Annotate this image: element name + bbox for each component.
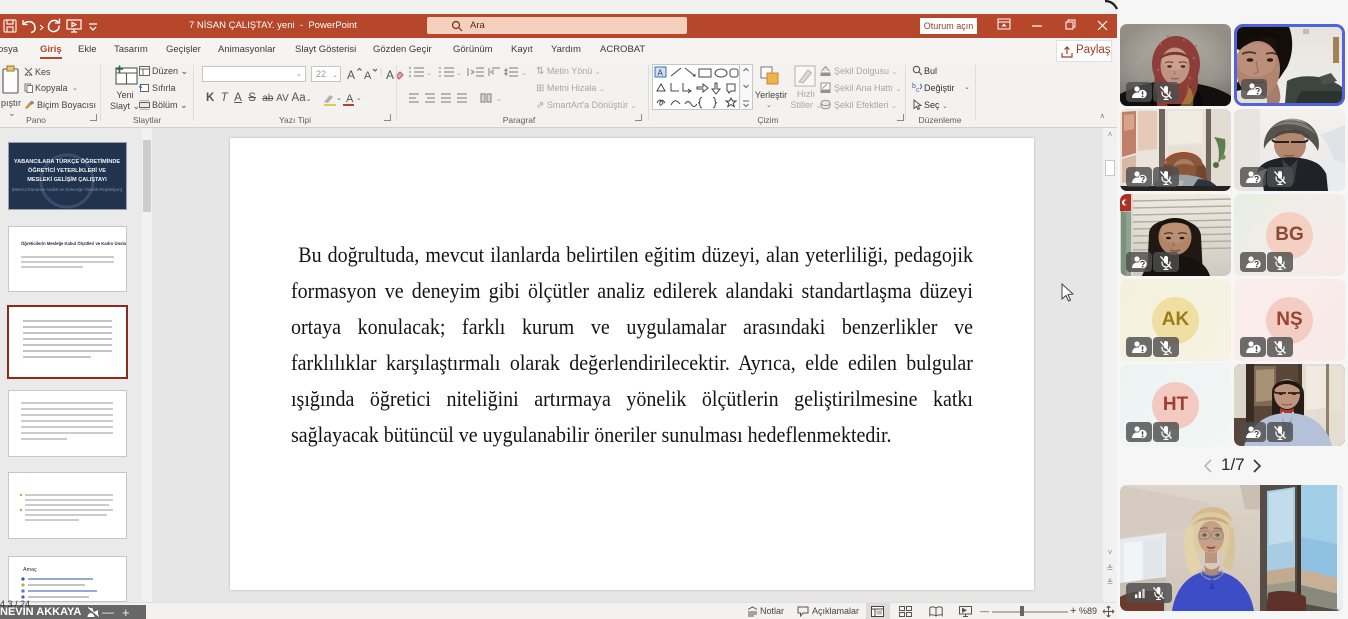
svg-text:MESLEKİ GELİŞİM ÇALIŞTAYI: MESLEKİ GELİŞİM ÇALIŞTAYI (27, 176, 107, 183)
svg-text:A: A (658, 69, 664, 78)
svg-text:A: A (346, 93, 354, 105)
svg-text:(Mevcut Durumun Analizi ve Gel: (Mevcut Durumun Analizi ve Geleceğe Yöne… (12, 187, 123, 192)
svg-text:A: A (386, 68, 394, 82)
svg-text:A: A (347, 68, 355, 82)
svg-text:Öğreticilerin Mesleğe Kabul Öl: Öğreticilerin Mesleğe Kabul Ölçütleri ve… (21, 241, 126, 246)
svg-text:A: A (364, 70, 372, 82)
svg-text:Amaç: Amaç (23, 567, 37, 573)
svg-text:c: c (916, 87, 920, 93)
svg-text:YABANCILARA TÜRKÇE ÖĞRETİMİNDE: YABANCILARA TÜRKÇE ÖĞRETİMİNDE (14, 157, 120, 165)
svg-text:ÖĞRETİCİ YETERLİKLERİ VE: ÖĞRETİCİ YETERLİKLERİ VE (28, 166, 106, 174)
